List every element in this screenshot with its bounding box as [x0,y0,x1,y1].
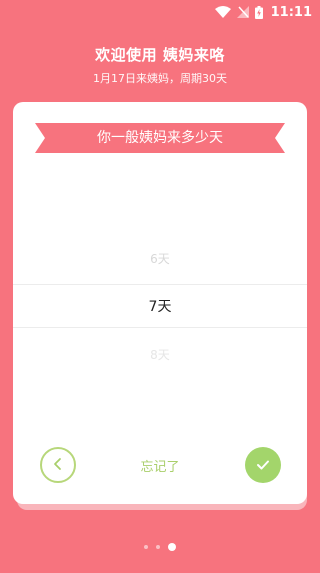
days-picker[interactable]: 6天 7天 8天 [13,232,307,380]
signal-off-icon [236,6,249,18]
page-indicator [0,543,320,551]
wifi-icon [214,6,231,18]
forgot-button[interactable]: 忘记了 [110,456,210,475]
page-dot [156,545,160,549]
back-button[interactable] [40,447,76,483]
confirm-button[interactable] [245,447,281,483]
welcome-header: 欢迎使用 姨妈来咯 1月17日来姨妈，周期30天 [0,44,320,86]
question-ribbon: 你一般姨妈来多少天 [35,123,285,153]
picker-option-next[interactable]: 8天 [13,328,307,380]
status-bar: 11:11 [0,0,320,24]
checkmark-icon [256,456,270,475]
welcome-title: 欢迎使用 姨妈来咯 [95,46,225,64]
cycle-summary: 1月17日来姨妈，周期30天 [93,72,227,85]
chevron-left-icon [52,456,64,475]
page-dot-active [168,543,176,551]
setup-card: 你一般姨妈来多少天 6天 7天 8天 忘记了 [13,102,307,504]
status-time: 11:11 [270,4,312,20]
battery-charging-icon [254,5,263,19]
page-dot [144,545,148,549]
question-text: 你一般姨妈来多少天 [97,130,223,146]
picker-option-selected[interactable]: 7天 [13,284,307,328]
picker-option-prev[interactable]: 6天 [13,232,307,284]
